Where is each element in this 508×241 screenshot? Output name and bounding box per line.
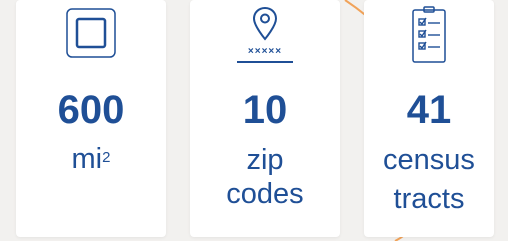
checklist-clipboard-icon	[412, 6, 446, 63]
stat-value-zip-codes: 10	[242, 88, 288, 132]
stat-value-census-tracts: 41	[406, 88, 452, 132]
stat-value-area: 600	[57, 88, 125, 132]
stat-label-zip-line-1: zip	[246, 144, 284, 176]
stat-card-area: 600 mi2	[16, 0, 166, 237]
stat-label-census-line-2: tracts	[393, 183, 465, 215]
stat-label-census-line-1: census	[383, 144, 475, 176]
stat-label-zip-line-2: codes	[226, 178, 304, 210]
pin-caption: ×××××	[247, 46, 283, 57]
square-area-icon	[66, 8, 116, 58]
pin-baseline	[237, 61, 293, 63]
stat-label-area: mi2	[16, 142, 166, 176]
stat-unit-superscript: 2	[102, 149, 111, 166]
map-pin-icon	[252, 6, 278, 41]
stat-card-zip-codes: ××××× 10 zip codes	[190, 0, 340, 237]
stat-card-census-tracts: 41 census tracts	[364, 0, 494, 237]
stat-unit: mi	[71, 143, 103, 175]
